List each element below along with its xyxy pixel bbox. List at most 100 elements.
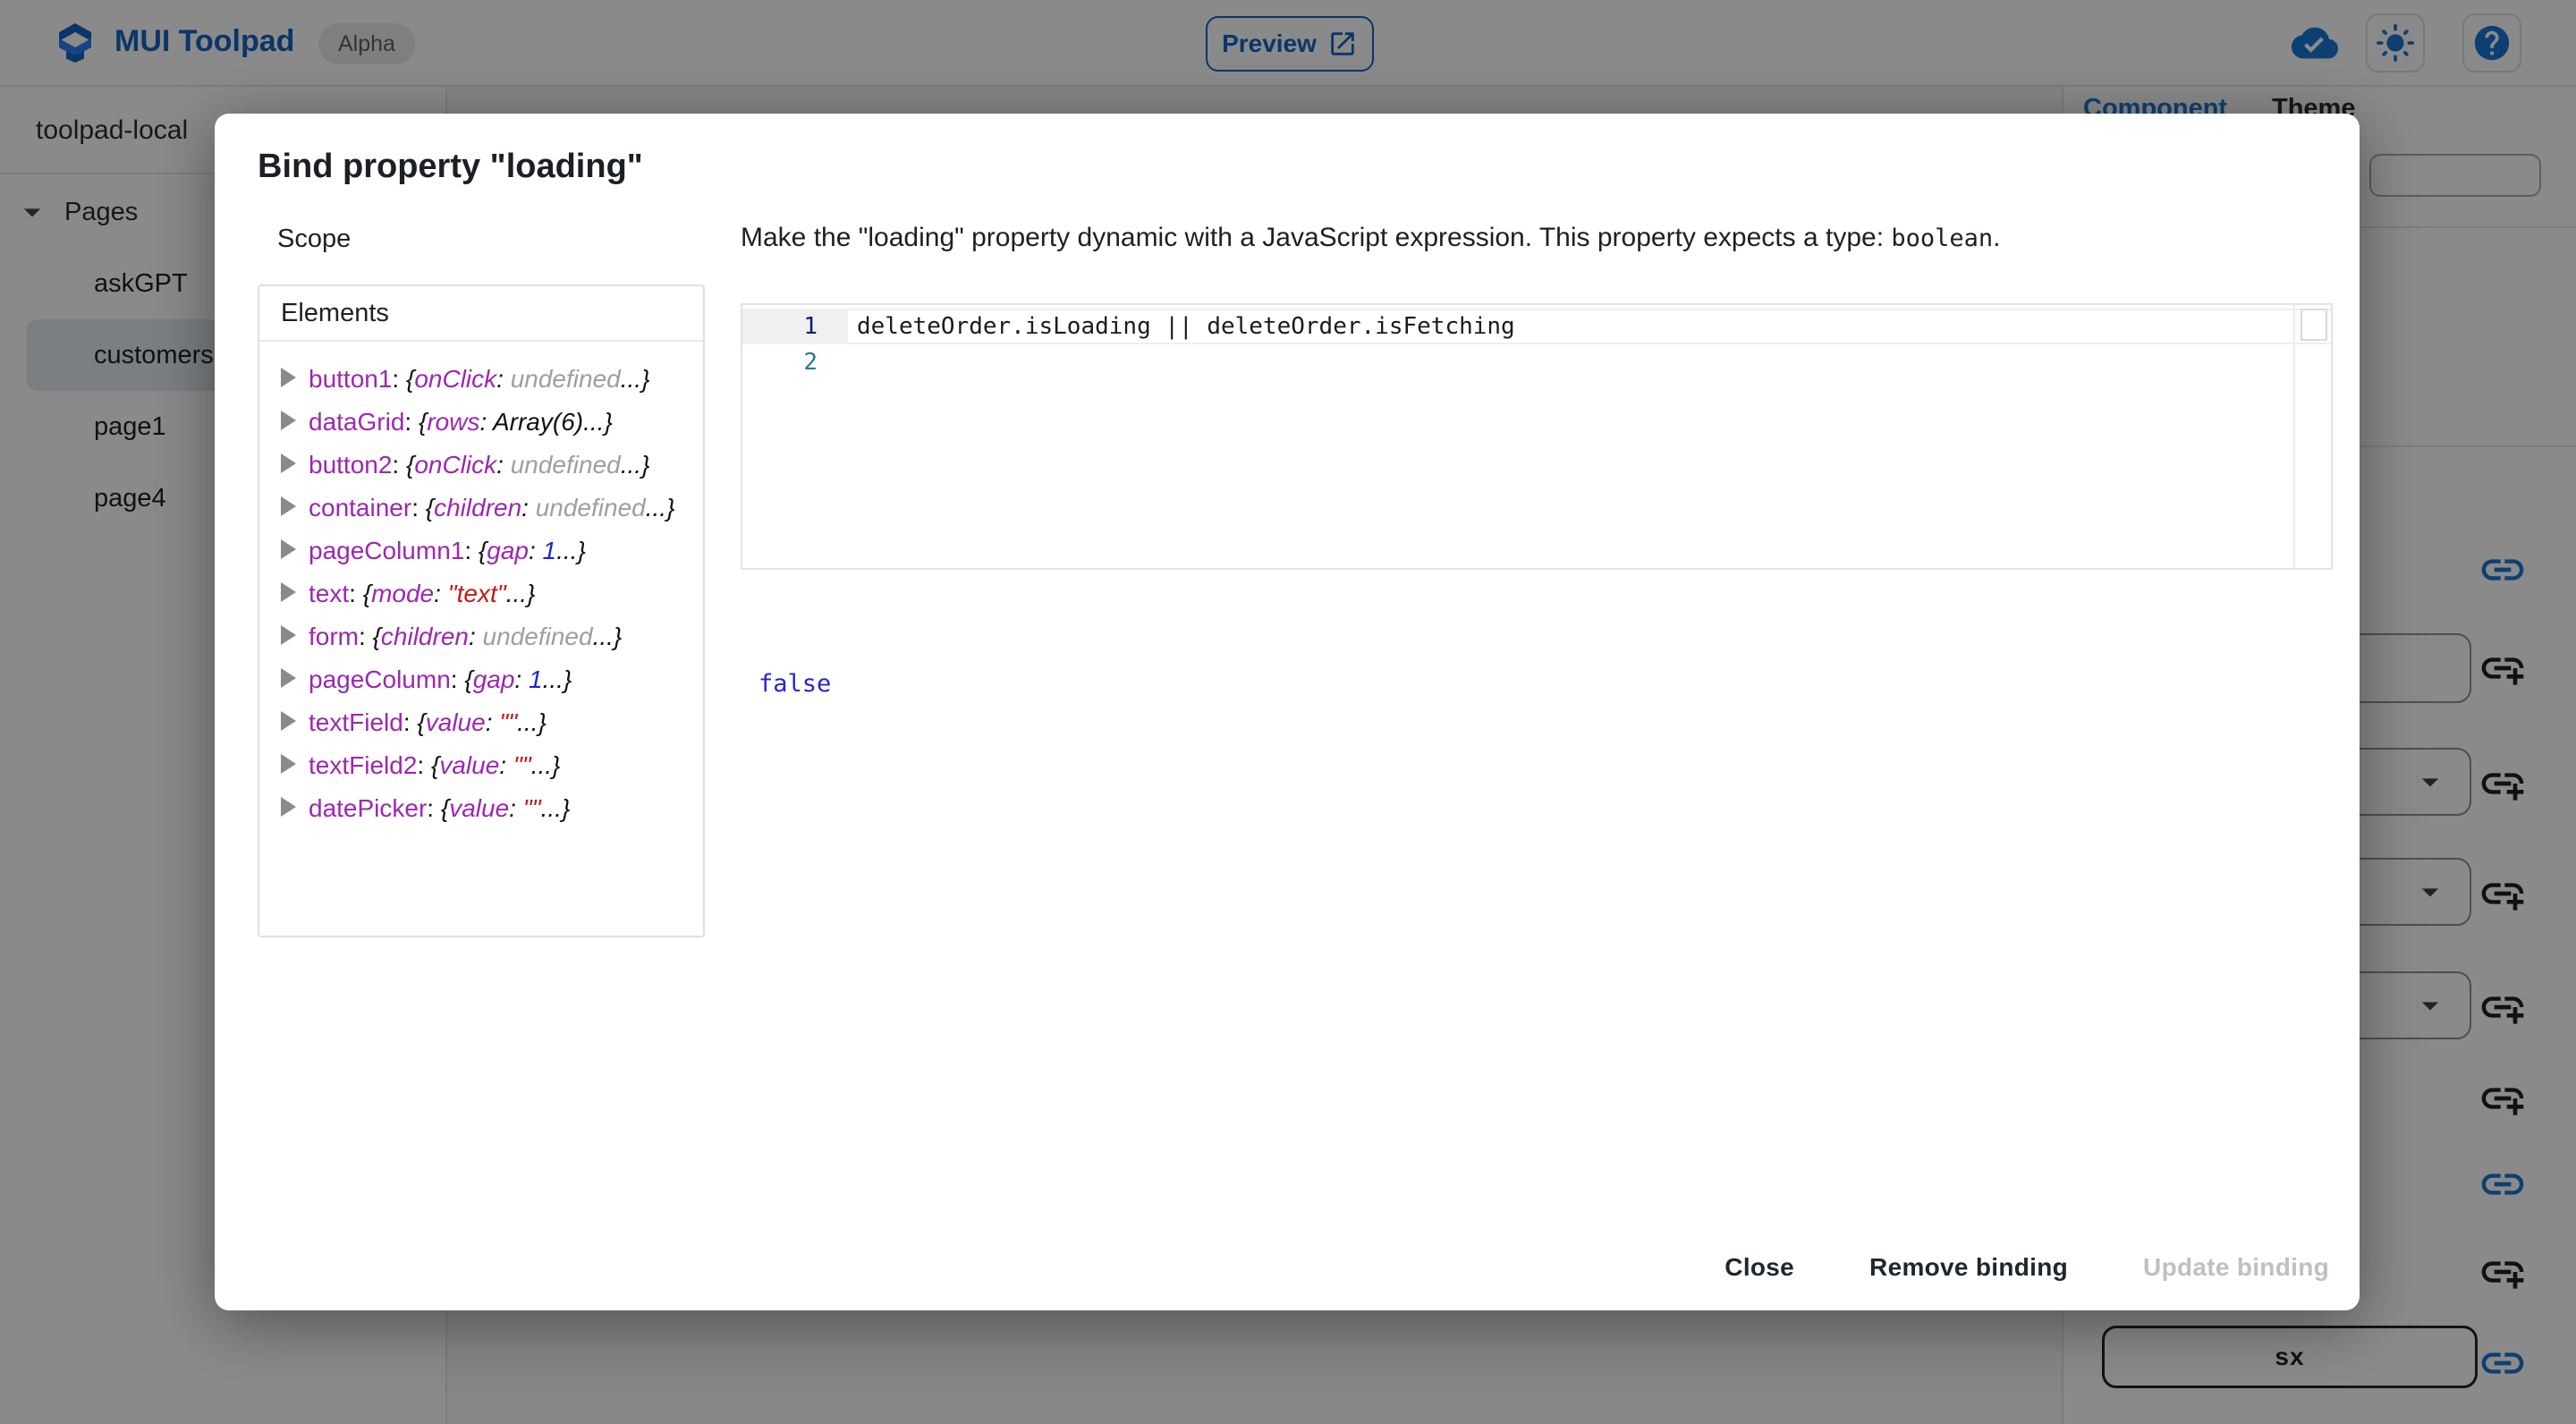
brace-open: { [441,794,449,822]
prop-value: "" [499,708,517,736]
toolpad-app-window: MUI Toolpad Alpha Preview [0,0,2576,1424]
element-props: {gap: 1...} [479,537,586,564]
tree-item[interactable]: textField: {value: ""...} [281,701,687,744]
editor-line: 2 [742,344,2331,380]
expand-arrow-icon [281,797,296,817]
tree-item[interactable]: text: {mode: "text"...} [281,572,687,615]
element-colon: : [392,451,406,479]
element-props: {rows: Array(6)...} [419,408,613,436]
element-colon: : [392,365,406,393]
prop-key: children [434,494,521,521]
element-name: pageColumn1 [309,537,464,564]
prop-sep: : [469,623,483,650]
brace-open: { [363,580,371,607]
line-number: 1 [742,309,848,344]
scope-explorer: Elements button1: {onClick: undefined...… [258,284,705,937]
prop-key: children [381,623,469,650]
description-text: Make the "loading" property dynamic with… [741,223,1891,252]
tree-item[interactable]: form: {children: undefined...} [281,615,687,658]
close-button[interactable]: Close [1719,1244,1800,1291]
tree-item[interactable]: pageColumn: {gap: 1...} [281,658,687,701]
remove-binding-button[interactable]: Remove binding [1864,1244,2073,1291]
tree-item[interactable]: dataGrid: {rows: Array(6)...} [281,401,687,444]
editor-line: 1 deleteOrder.isLoading || deleteOrder.i… [742,309,2331,344]
brace-open: { [406,365,414,393]
brace-close: ...} [531,751,561,779]
element-props: {mode: "text"...} [363,580,536,607]
element-colon: : [404,408,419,436]
code-line [848,344,2331,380]
tree-item[interactable]: pageColumn1: {gap: 1...} [281,530,687,572]
element-props: {gap: 1...} [464,665,572,693]
element-props: {children: undefined...} [426,494,675,521]
element-colon: : [359,623,373,650]
description-period: . [1993,223,2000,252]
line-number: 2 [742,344,848,380]
expand-arrow-icon [281,411,296,430]
brace-open: { [431,751,439,779]
prop-value: undefined [511,451,621,479]
element-props: {onClick: undefined...} [406,451,649,479]
prop-sep: : [496,451,511,479]
tree-item[interactable]: textField2: {value: ""...} [281,744,687,787]
element-colon: : [411,494,426,521]
tree-item[interactable]: button2: {onClick: undefined...} [281,444,687,487]
tree-item[interactable]: datePicker: {value: ""...} [281,787,687,830]
element-name: button1 [309,365,392,393]
element-colon: : [349,580,363,607]
prop-key: value [439,751,499,779]
element-colon: : [427,794,441,822]
element-name: text [309,580,349,607]
element-props: {children: undefined...} [373,623,623,650]
prop-key: mode [371,580,434,607]
brace-close: ...} [593,623,623,650]
dialog-description: Make the "loading" property dynamic with… [741,223,2351,253]
expand-arrow-icon [281,668,296,688]
expand-arrow-icon [281,625,296,645]
brace-open: { [417,708,425,736]
prop-value: 1 [529,665,543,693]
prop-sep: : [521,494,536,521]
prop-value: "" [513,751,531,779]
brace-close: ...} [646,494,675,521]
editor-overview-ruler [2301,309,2327,341]
element-name: pageColumn [309,665,451,693]
element-props: {value: ""...} [431,751,560,779]
tree-item[interactable]: container: {children: undefined...} [281,487,687,530]
element-colon: : [417,751,431,779]
prop-value: undefined [511,365,621,393]
brace-close: ...} [621,451,650,479]
brace-open: { [479,537,487,564]
prop-sep: : [514,665,529,693]
prop-key: value [426,708,486,736]
tree-item[interactable]: button1: {onClick: undefined...} [281,358,687,401]
prop-value: Array(6) [493,408,583,436]
prop-key: gap [487,537,529,564]
js-expression-editor[interactable]: 1 deleteOrder.isLoading || deleteOrder.i… [741,303,2333,570]
expand-arrow-icon [281,582,296,602]
expand-arrow-icon [281,711,296,731]
prop-value: "" [523,794,541,822]
brace-open: { [373,623,381,650]
dialog-actions: Close Remove binding Update binding [1719,1244,2334,1291]
scope-label: Scope [277,225,351,254]
brace-close: ...} [583,408,613,436]
brace-close: ...} [506,580,536,607]
prop-value: 1 [543,537,557,564]
prop-sep: : [499,751,513,779]
prop-value: undefined [483,623,593,650]
evaluated-result: false [758,670,831,698]
element-colon: : [451,665,465,693]
elements-tree: button1: {onClick: undefined...} dataGri… [259,342,703,830]
element-props: {value: ""...} [441,794,570,822]
expand-arrow-icon [281,496,296,516]
prop-key: rows [427,408,479,436]
element-name: textField [309,708,403,736]
element-name: form [309,623,359,650]
element-name: container [309,494,411,521]
brace-open: { [464,665,472,693]
element-name: button2 [309,451,392,479]
dialog-title: Bind property "loading" [258,148,643,186]
elements-header: Elements [259,286,703,342]
editor-scrollbar-gutter [2293,305,2295,568]
